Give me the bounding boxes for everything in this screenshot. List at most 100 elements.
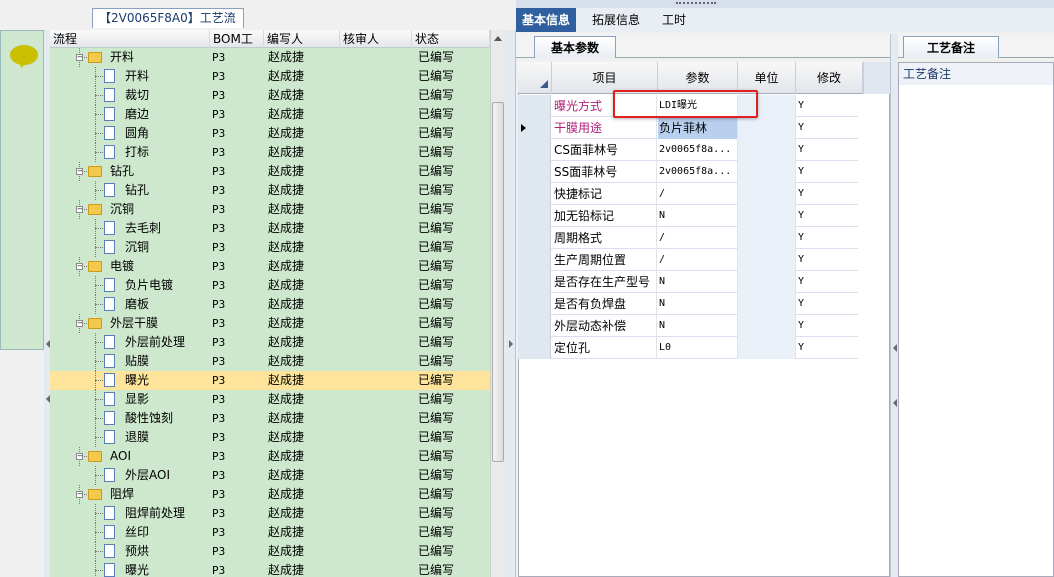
param-unit-cell[interactable] [738, 227, 796, 249]
row-indicator[interactable] [518, 139, 551, 161]
notes-area[interactable] [898, 62, 1054, 577]
tree-group-row[interactable]: − 钻孔 P3 赵成捷 已编写 [50, 162, 490, 181]
tree-step-row[interactable]: 贴膜 P3 赵成捷 已编写 [50, 352, 490, 371]
param-value-cell[interactable]: N [658, 271, 738, 293]
tree-step-row[interactable]: 退膜 P3 赵成捷 已编写 [50, 428, 490, 447]
tree-step-row[interactable]: 曝光 P3 赵成捷 已编写 [50, 371, 490, 390]
middle-splitter[interactable] [506, 30, 516, 577]
tree-step-row[interactable]: 阻焊前处理 P3 赵成捷 已编写 [50, 504, 490, 523]
param-row[interactable]: 周期格式 / Y [518, 227, 858, 249]
param-modify-cell[interactable]: Y [796, 205, 858, 227]
tree-scroll-thumb[interactable] [492, 102, 504, 462]
param-unit-cell[interactable] [738, 139, 796, 161]
tree-step-row[interactable]: 负片电镀 P3 赵成捷 已编写 [50, 276, 490, 295]
tab-basic-params[interactable]: 基本参数 [534, 36, 616, 58]
collapse-left-icon[interactable] [893, 399, 897, 407]
tab-work-hours[interactable]: 工时 [656, 8, 692, 32]
collapse-toggle-icon[interactable]: − [76, 320, 83, 327]
tab-process-notes[interactable]: 工艺备注 [903, 36, 999, 58]
row-indicator[interactable] [518, 205, 551, 227]
param-value-cell[interactable]: / [658, 227, 738, 249]
param-value-cell[interactable]: N [658, 293, 738, 315]
param-unit-cell[interactable] [738, 117, 796, 139]
collapse-toggle-icon[interactable]: − [76, 206, 83, 213]
collapse-toggle-icon[interactable]: − [76, 54, 83, 61]
right-splitter[interactable] [890, 34, 898, 577]
tree-step-row[interactable]: 开料 P3 赵成捷 已编写 [50, 67, 490, 86]
tree-step-row[interactable]: 打标 P3 赵成捷 已编写 [50, 143, 490, 162]
collapse-right-icon[interactable] [509, 340, 513, 348]
param-value-cell[interactable]: 2v0065f8a... [658, 139, 738, 161]
param-unit-cell[interactable] [738, 205, 796, 227]
row-indicator[interactable] [518, 183, 551, 205]
param-modify-cell[interactable]: Y [796, 139, 858, 161]
tree-group-row[interactable]: − 开料 P3 赵成捷 已编写 [50, 48, 490, 67]
scroll-up-icon[interactable] [494, 36, 502, 41]
tree-group-row[interactable]: − 阻焊 P3 赵成捷 已编写 [50, 485, 490, 504]
param-row[interactable]: 生产周期位置 / Y [518, 249, 858, 271]
tree-step-row[interactable]: 曝光 P3 赵成捷 已编写 [50, 561, 490, 577]
param-row[interactable]: SS面菲林号 2v0065f8a... Y [518, 161, 858, 183]
param-row[interactable]: 是否有负焊盘 N Y [518, 293, 858, 315]
tree-step-row[interactable]: 丝印 P3 赵成捷 已编写 [50, 523, 490, 542]
col-status[interactable]: 状态 [412, 30, 490, 48]
collapse-toggle-icon[interactable]: − [76, 491, 83, 498]
param-row[interactable]: 干膜用途 负片菲林 Y [518, 117, 858, 139]
row-indicator[interactable] [518, 337, 551, 359]
tree-step-row[interactable]: 钻孔 P3 赵成捷 已编写 [50, 181, 490, 200]
param-modify-cell[interactable]: Y [796, 183, 858, 205]
col-process[interactable]: 流程 [50, 30, 210, 48]
tree-step-row[interactable]: 预烘 P3 赵成捷 已编写 [50, 542, 490, 561]
tree-group-row[interactable]: − 沉铜 P3 赵成捷 已编写 [50, 200, 490, 219]
tree-step-row[interactable]: 磨边 P3 赵成捷 已编写 [50, 105, 490, 124]
param-unit-cell[interactable] [738, 293, 796, 315]
tree-step-row[interactable]: 酸性蚀刻 P3 赵成捷 已编写 [50, 409, 490, 428]
param-value-cell[interactable]: N [658, 205, 738, 227]
param-value-cell[interactable]: 2v0065f8a... [658, 161, 738, 183]
row-indicator[interactable] [518, 161, 551, 183]
param-modify-cell[interactable]: Y [796, 293, 858, 315]
collapse-toggle-icon[interactable]: − [76, 263, 83, 270]
param-value-cell[interactable]: / [658, 183, 738, 205]
param-value-cell[interactable]: L0 [658, 337, 738, 359]
tree-step-row[interactable]: 沉铜 P3 赵成捷 已编写 [50, 238, 490, 257]
param-modify-cell[interactable]: Y [796, 117, 858, 139]
tree-step-row[interactable]: 磨板 P3 赵成捷 已编写 [50, 295, 490, 314]
tree-step-row[interactable]: 外层AOI P3 赵成捷 已编写 [50, 466, 490, 485]
param-modify-cell[interactable]: Y [796, 161, 858, 183]
resize-grip[interactable] [676, 2, 716, 5]
col-bom-factory[interactable]: BOM工厂 [210, 30, 264, 64]
row-indicator[interactable] [518, 227, 551, 249]
param-row[interactable]: 是否存在生产型号 N Y [518, 271, 858, 293]
param-unit-cell[interactable] [738, 337, 796, 359]
param-value-cell[interactable]: 负片菲林 [658, 117, 738, 139]
row-indicator[interactable] [518, 271, 551, 293]
param-modify-cell[interactable]: Y [796, 337, 858, 359]
tree-group-row[interactable]: − 电镀 P3 赵成捷 已编写 [50, 257, 490, 276]
param-unit-cell[interactable] [738, 249, 796, 271]
tab-basic-info[interactable]: 基本信息 [516, 8, 577, 32]
param-row[interactable]: 快捷标记 / Y [518, 183, 858, 205]
tree-step-row[interactable]: 外层前处理 P3 赵成捷 已编写 [50, 333, 490, 352]
param-unit-cell[interactable] [738, 271, 796, 293]
collapse-toggle-icon[interactable]: − [76, 168, 83, 175]
param-modify-cell[interactable]: Y [796, 315, 858, 337]
tree-group-row[interactable]: − 外层干膜 P3 赵成捷 已编写 [50, 314, 490, 333]
tree-step-row[interactable]: 裁切 P3 赵成捷 已编写 [50, 86, 490, 105]
tree-step-row[interactable]: 去毛刺 P3 赵成捷 已编写 [50, 219, 490, 238]
collapse-left-icon[interactable] [893, 344, 897, 352]
param-unit-cell[interactable] [738, 315, 796, 337]
collapse-toggle-icon[interactable]: − [76, 453, 83, 460]
param-modify-cell[interactable]: Y [796, 249, 858, 271]
row-indicator[interactable] [518, 293, 551, 315]
param-row[interactable]: CS面菲林号 2v0065f8a... Y [518, 139, 858, 161]
tree-step-row[interactable]: 圆角 P3 赵成捷 已编写 [50, 124, 490, 143]
col-modify[interactable]: 修改 [796, 62, 863, 94]
col-reviewer[interactable]: 核审人 [340, 30, 412, 48]
tree-step-row[interactable]: 显影 P3 赵成捷 已编写 [50, 390, 490, 409]
param-modify-cell[interactable]: Y [796, 271, 858, 293]
param-value-cell[interactable]: / [658, 249, 738, 271]
param-row[interactable]: 加无铅标记 N Y [518, 205, 858, 227]
param-unit-cell[interactable] [738, 161, 796, 183]
param-row[interactable]: 定位孔 L0 Y [518, 337, 858, 359]
